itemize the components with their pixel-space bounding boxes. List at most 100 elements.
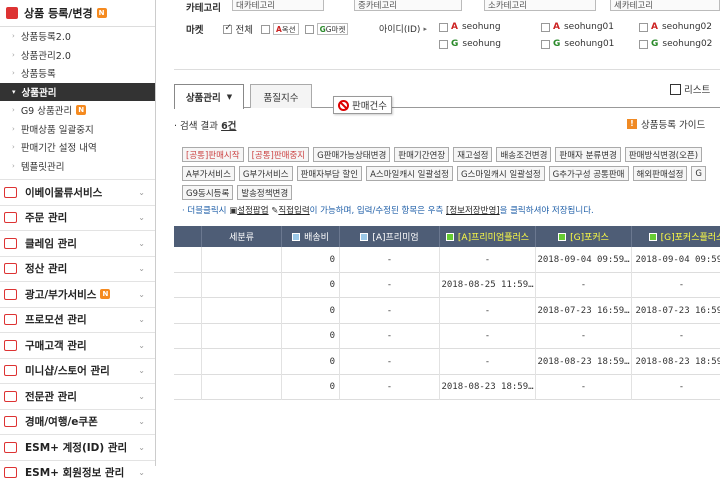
checkbox-all[interactable] [223,25,232,34]
caret-right-icon: ▸ [423,25,427,33]
chevron-right-icon: › [12,125,15,133]
account-g-seohung02[interactable]: Gseohung02 [639,39,712,49]
select-detail-category[interactable]: 세카테고리 [610,0,720,11]
select-mid-category[interactable]: 중카테고리 [354,0,462,11]
category-label: 카테고리 [186,0,221,14]
gmarket-tag: GG마켓 [317,23,349,35]
chevron-down-icon: ⌄ [138,315,145,324]
sidebar-cat-settlement[interactable]: 정산 관리⌄ [0,256,155,282]
sidebar-cat-auction-travel[interactable]: 경매/여행/e쿠폰⌄ [0,409,155,435]
btn-stock-setting[interactable]: 재고설정 [453,147,492,162]
sidebar-item-product-register[interactable]: ›상품등록 [0,64,155,83]
calendar-icon [4,263,17,274]
table-row[interactable]: 0 - 2018-08-23 18:59… - - [174,375,720,401]
btn-start-sale[interactable]: [공통]판매시작 [182,147,244,162]
list-button[interactable]: 리스트 [670,82,710,96]
btn-g-more[interactable]: G [691,166,706,181]
col-subcategory[interactable]: 세분류 [201,226,281,247]
table-row[interactable]: 0 - - 2018-08-23 18:59… 2018-08-23 18:59… [174,349,720,375]
specialty-icon [4,391,17,402]
col-a-premium[interactable]: [A]프리미엄 [339,226,439,247]
column-icon [649,233,657,241]
customer-icon [4,340,17,351]
btn-g-addon-common[interactable]: G추가구성 공통판매 [549,166,629,181]
sidebar-item-product-manage-2[interactable]: ›상품관리2.0 [0,46,155,65]
chevron-right-icon: › [12,51,15,59]
account-a-seohung01[interactable]: Aseohung01 [541,22,614,32]
promotion-icon [4,314,17,325]
sidebar-cat-customers[interactable]: 구매고객 관리⌄ [0,332,155,358]
btn-extend-period[interactable]: 판매기간연장 [394,147,449,162]
truck-icon [4,187,17,198]
btn-a-smilecash[interactable]: A스마일캐시 일괄설정 [366,166,453,181]
checkbox-gmarket[interactable] [305,25,314,34]
sidebar-cat-logistics[interactable]: 이베이물류서비스⌄ [0,179,155,205]
col-g-focus-plus[interactable]: [G]포커스플러스 [631,226,720,247]
sidebar-cat-member[interactable]: ESM+ 회원정보 관리⌄ [0,460,155,485]
sidebar-cat-orders[interactable]: 주문 관리⌄ [0,205,155,231]
sidebar-item-g9-manage[interactable]: ›G9 상품관리N [0,101,155,120]
btn-seller-discount[interactable]: 판매자부담 할인 [297,166,362,181]
chevron-right-icon: › [12,106,15,114]
sidebar-item-product-register-2[interactable]: ›상품등록2.0 [0,27,155,46]
sidebar-header[interactable]: 상품 등록/변경 N [0,0,155,27]
new-badge: N [76,105,86,115]
sidebar-cat-minishop[interactable]: 미니샵/스토어 관리⌄ [0,358,155,384]
col-a-premium-plus[interactable]: [A]프리미엄플러스 [439,226,535,247]
checkbox-auction[interactable] [261,25,270,34]
chevron-right-icon: › [12,69,15,77]
chevron-down-icon: ⌄ [138,239,145,248]
sidebar-item-period-history[interactable]: ›판매기간 설정 내역 [0,138,155,157]
sidebar: 상품 등록/변경 N ›상품등록2.0 ›상품관리2.0 ›상품등록 ▾상품관리… [0,0,156,466]
new-badge: N [97,8,107,18]
sidebar-item-templates[interactable]: ›템플릿관리 [0,157,155,176]
coupon-icon [4,416,17,427]
sidebar-cat-promotion[interactable]: 프로모션 관리⌄ [0,307,155,333]
edit-help-note: · 더블클릭시 ▣설정팝업 ✎직접입력이 가능하며, 입력/수정된 항목은 우측… [182,204,594,216]
chevron-down-icon: ⌄ [138,443,145,452]
sidebar-cat-account[interactable]: ESM+ 계정(ID) 관리⌄ [0,434,155,460]
btn-shipping-change[interactable]: 배송조건변경 [496,147,551,162]
btn-stop-sale[interactable]: [공통]판매중지 [248,147,310,162]
btn-a-addon[interactable]: A부가서비스 [182,166,235,181]
search-filter: 카테고리 대카테고리 중카테고리 소카테고리 세카테고리 마켓 전체 A옥션 G… [174,0,720,70]
store-icon [4,365,17,376]
btn-sale-method[interactable]: 판매방식변경(오픈) [625,147,702,162]
table-row[interactable]: 0 - - 2018-09-04 09:59… 2018-09-04 09:59… [174,247,720,273]
btn-seller-category[interactable]: 판매자 분류변경 [555,147,620,162]
account-a-seohung[interactable]: Aseohung [439,22,501,32]
sidebar-item-product-manage[interactable]: ▾상품관리 [0,83,155,102]
btn-g-sale-status[interactable]: G판매가능상태변경 [313,147,390,162]
sidebar-cat-ads[interactable]: 광고/부가서비스N⌄ [0,281,155,307]
grid-icon [670,84,681,95]
warning-icon: ! [627,119,637,129]
table-row[interactable]: 0 - - 2018-07-23 16:59… 2018-07-23 16:59… [174,298,720,324]
select-small-category[interactable]: 소카테고리 [484,0,596,11]
select-large-category[interactable]: 대카테고리 [232,0,324,11]
btn-shipping-policy[interactable]: 발송정책변경 [237,185,292,200]
btn-g-addon[interactable]: G부가서비스 [239,166,293,181]
chevron-down-icon: ⌄ [138,341,145,350]
member-icon [4,467,17,478]
account-g-seohung01[interactable]: Gseohung01 [541,39,614,49]
action-buttons-row1: [공통]판매시작 [공통]판매중지 G판매가능상태변경 판매기간연장 재고설정 … [182,147,706,162]
btn-g-smilecash[interactable]: G스마일캐시 일괄설정 [457,166,545,181]
tab-quality-index[interactable]: 품질지수 [250,84,312,108]
sidebar-cat-claims[interactable]: 클레임 관리⌄ [0,230,155,256]
sidebar-item-bulk-stop[interactable]: ›판매상품 일괄중지 [0,120,155,139]
btn-g9-register[interactable]: G9동시등록 [182,185,233,200]
product-icon [6,7,18,19]
tab-product-manage[interactable]: 상품관리▼ [174,84,244,109]
new-badge: N [100,289,110,299]
action-buttons-row3: G9동시등록 발송정책변경 [182,185,296,200]
all-label: 전체 [235,22,252,36]
account-g-seohung[interactable]: Gseohung [439,39,501,49]
account-a-seohung02[interactable]: Aseohung02 [639,22,712,32]
col-shipping-fee[interactable]: 배송비 [281,226,339,247]
table-row[interactable]: 0 - - - - [174,324,720,350]
sidebar-cat-specialty[interactable]: 전문관 관리⌄ [0,383,155,409]
table-row[interactable]: 0 - 2018-08-25 11:59… - - [174,273,720,299]
col-g-focus[interactable]: [G]포커스 [535,226,631,247]
product-guide-link[interactable]: ! 상품등록 가이드 [627,117,705,131]
btn-overseas[interactable]: 해외판매설정 [633,166,688,181]
